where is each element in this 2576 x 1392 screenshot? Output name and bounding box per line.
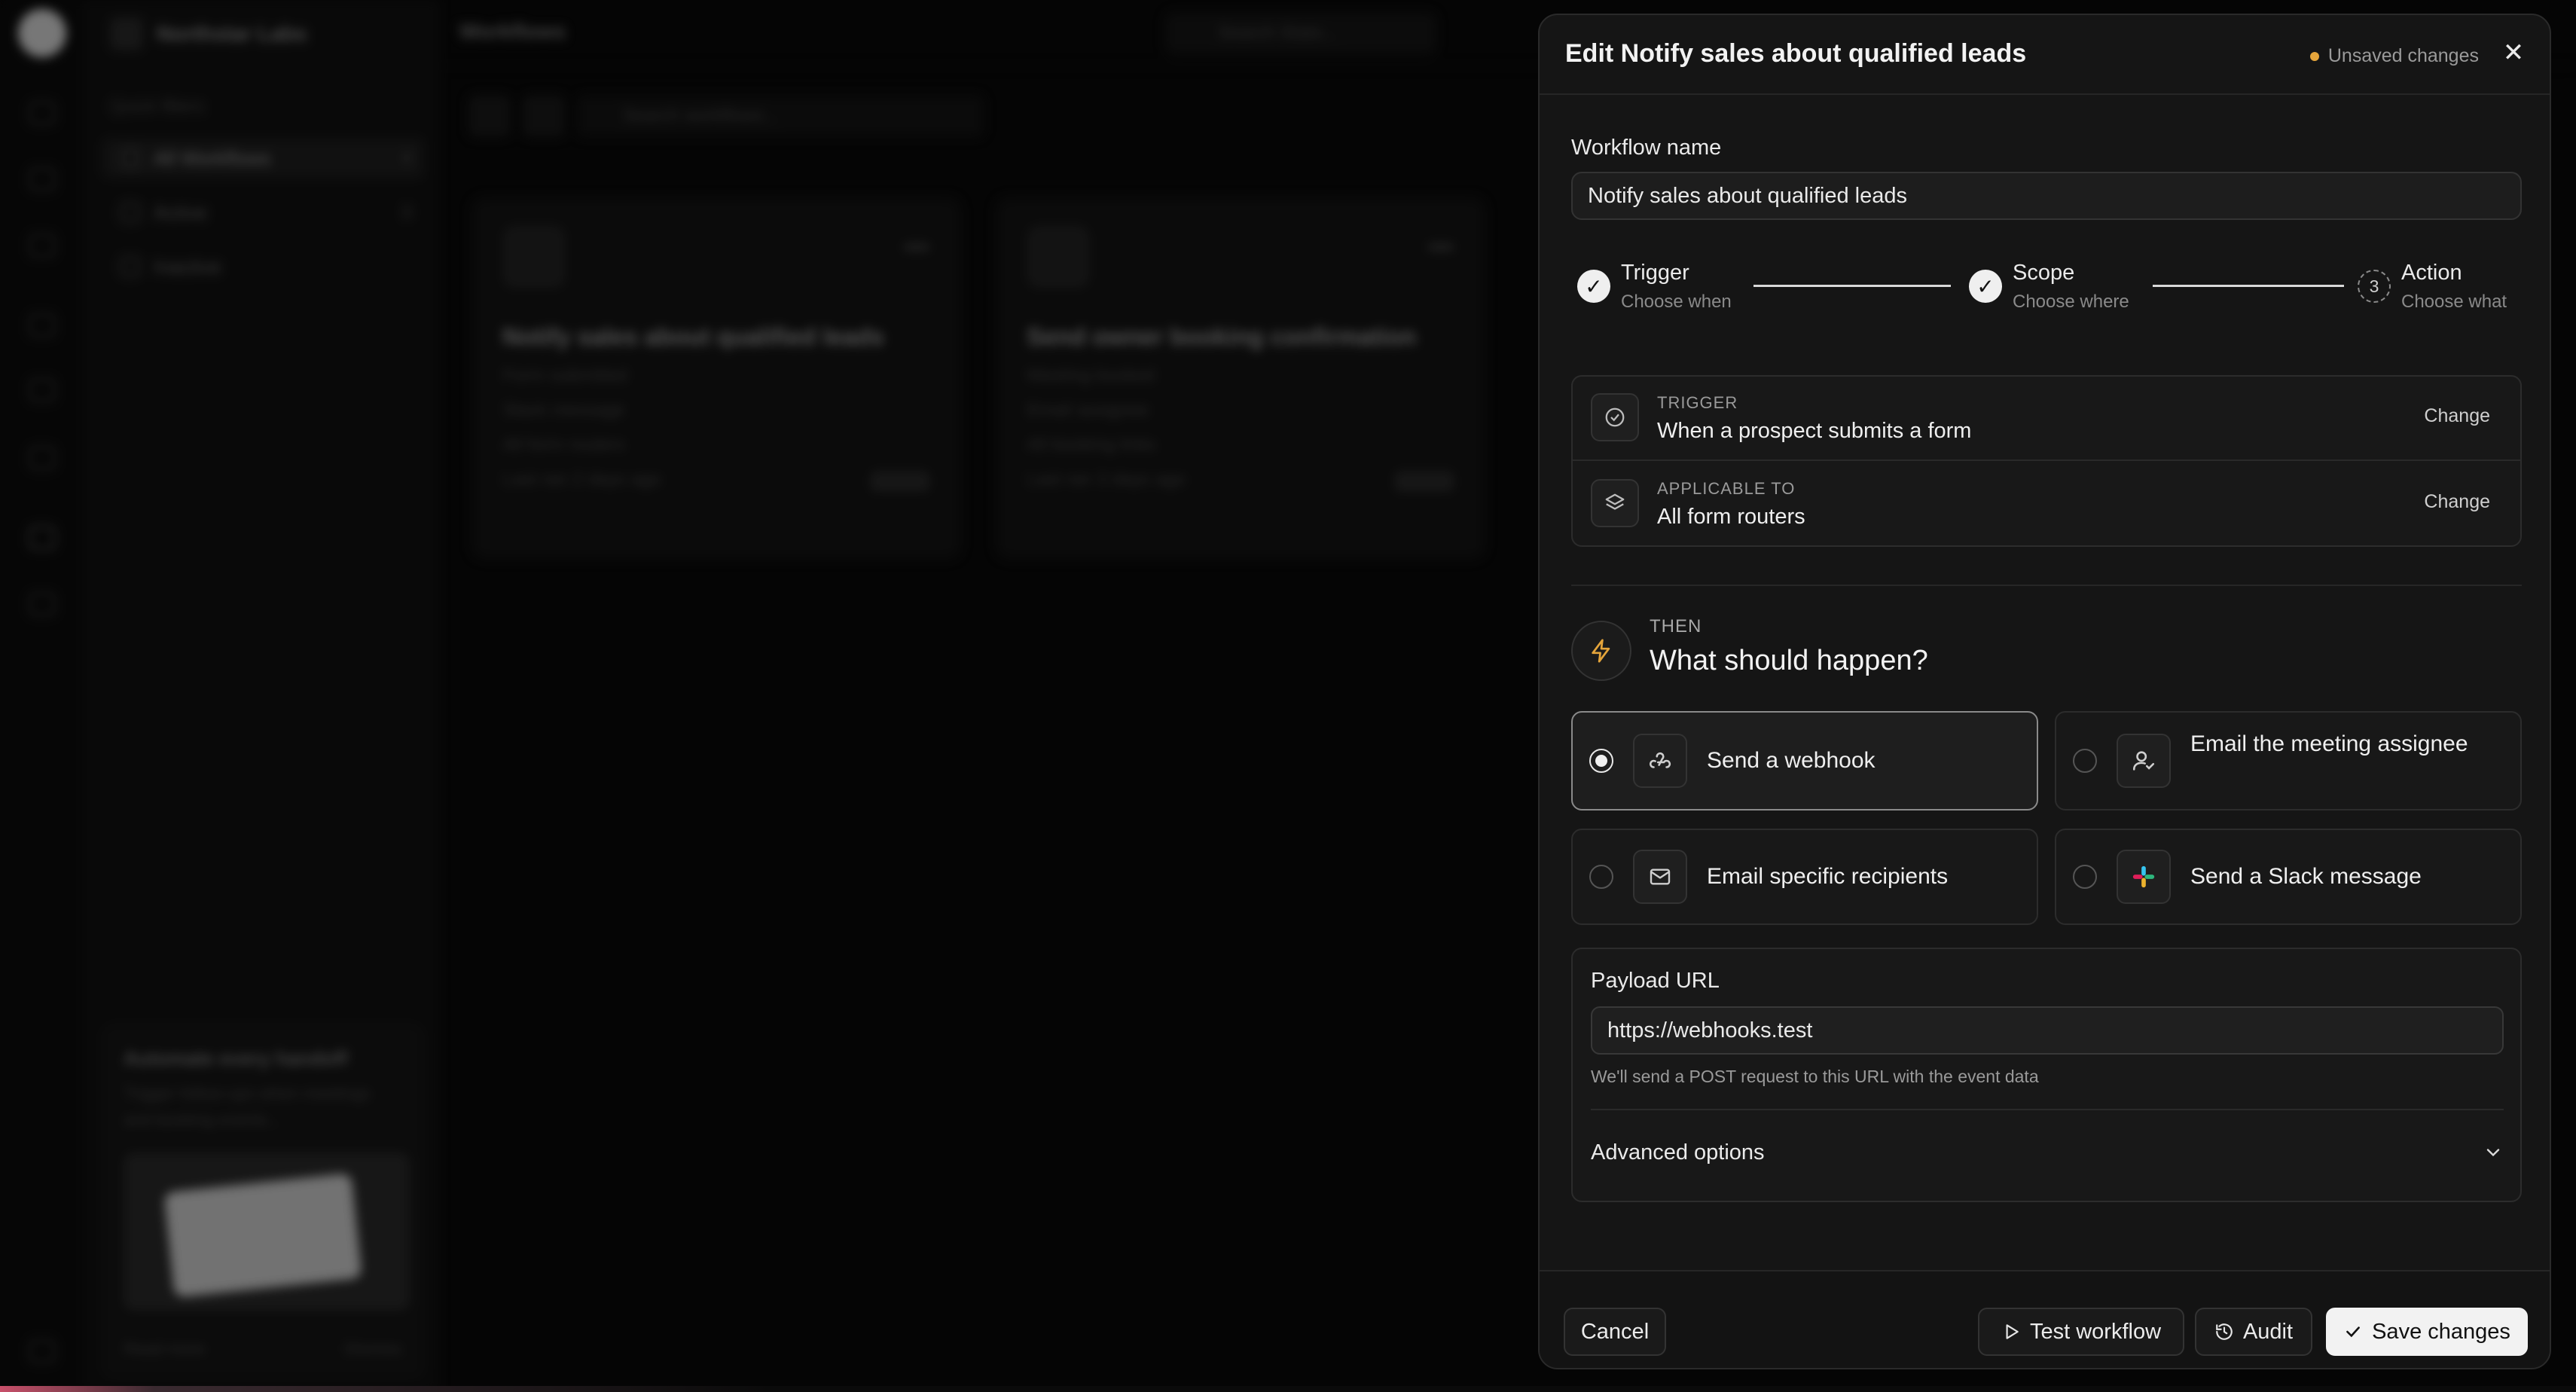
lightning-icon xyxy=(1571,621,1631,681)
option-label: Email the meeting assignee xyxy=(2190,731,2468,756)
audit-button[interactable]: Audit xyxy=(2195,1308,2312,1356)
workflow-name-input[interactable] xyxy=(1571,172,2522,220)
unsaved-indicator: Unsaved changes xyxy=(2309,45,2479,67)
option-send-slack-message[interactable]: Send a Slack message xyxy=(2055,829,2522,925)
step-subtitle: Choose what xyxy=(2401,292,2507,312)
cancel-button[interactable]: Cancel xyxy=(1564,1308,1666,1356)
layers-icon xyxy=(1591,479,1639,527)
close-icon[interactable]: ✕ xyxy=(2498,38,2529,68)
user-check-icon xyxy=(2117,734,2171,788)
save-changes-button[interactable]: Save changes xyxy=(2326,1308,2528,1356)
window-edge xyxy=(0,1386,2576,1392)
edit-workflow-panel: Edit Notify sales about qualified leads … xyxy=(1538,14,2551,1369)
summary-key: APPLICABLE TO xyxy=(1657,479,1796,498)
test-workflow-button[interactable]: Test workflow xyxy=(1978,1308,2184,1356)
step-number: 3 xyxy=(2358,270,2391,303)
slack-icon xyxy=(2117,850,2171,904)
summary-row-trigger: TRIGGER When a prospect submits a form C… xyxy=(1573,377,2520,461)
option-label: Send a webhook xyxy=(1707,748,1876,773)
panel-body: Workflow name ✓ Trigger Choose when ✓ Sc… xyxy=(1540,95,2550,1285)
payload-url-label: Payload URL xyxy=(1591,969,1720,993)
step-action[interactable]: 3 Action Choose what xyxy=(2358,261,2507,313)
step-scope[interactable]: ✓ Scope Choose where xyxy=(1969,261,2129,313)
test-workflow-label: Test workflow xyxy=(2029,1319,2162,1344)
option-label: Send a Slack message xyxy=(2190,864,2422,889)
payload-url-input[interactable] xyxy=(1591,1006,2504,1055)
check-icon: ✓ xyxy=(1969,270,2002,303)
change-scope-button[interactable]: Change xyxy=(2424,491,2490,513)
summary-value: When a prospect submits a form xyxy=(1657,419,1972,443)
webhook-config: Payload URL We'll send a POST request to… xyxy=(1571,948,2522,1202)
workflow-summary: TRIGGER When a prospect submits a form C… xyxy=(1571,375,2522,547)
advanced-options-toggle[interactable]: Advanced options xyxy=(1591,1118,2504,1186)
radio-button[interactable] xyxy=(1589,865,1613,889)
summary-row-scope: APPLICABLE TO All form routers Change xyxy=(1573,462,2520,547)
cancel-label: Cancel xyxy=(1580,1319,1650,1344)
step-trigger[interactable]: ✓ Trigger Choose when xyxy=(1577,261,1732,313)
save-changes-label: Save changes xyxy=(2372,1319,2510,1344)
unsaved-dot xyxy=(2309,51,2319,61)
advanced-options-label: Advanced options xyxy=(1591,1140,1765,1165)
option-label: Email specific recipients xyxy=(1707,864,1949,889)
option-email-specific-recipients[interactable]: Email specific recipients xyxy=(1571,829,2038,925)
payload-divider xyxy=(1591,1109,2504,1110)
summary-key: TRIGGER xyxy=(1657,393,1738,412)
mail-icon xyxy=(1633,850,1687,904)
check-icon: ✓ xyxy=(1577,270,1610,303)
radio-button[interactable] xyxy=(2073,749,2097,773)
then-label: THEN xyxy=(1650,616,1702,636)
panel-footer: Cancel Test workflow Audit Save changes xyxy=(1540,1270,2550,1368)
section-divider xyxy=(1571,585,2522,586)
option-send-webhook[interactable]: Send a webhook xyxy=(1571,711,2038,810)
option-email-meeting-assignee[interactable]: Email the meeting assignee xyxy=(2055,711,2522,810)
step-title: Trigger xyxy=(1621,261,1689,285)
panel-title: Edit Notify sales about qualified leads xyxy=(1565,39,2027,68)
radio-button[interactable] xyxy=(1589,749,1613,773)
step-connector xyxy=(2153,285,2344,287)
clock-check-icon xyxy=(1591,393,1639,441)
play-icon xyxy=(2001,1322,2021,1342)
step-title: Scope xyxy=(2013,261,2075,285)
check-icon xyxy=(2343,1322,2363,1342)
step-subtitle: Choose where xyxy=(2013,292,2129,312)
step-connector xyxy=(1753,285,1951,287)
panel-header: Edit Notify sales about qualified leads … xyxy=(1540,15,2550,95)
chevron-down-icon xyxy=(2483,1142,2504,1163)
history-icon xyxy=(2214,1322,2234,1342)
radio-button[interactable] xyxy=(2073,865,2097,889)
workflow-name-label: Workflow name xyxy=(1571,136,1722,160)
then-question: What should happen? xyxy=(1650,645,1928,676)
payload-url-help: We'll send a POST request to this URL wi… xyxy=(1591,1067,2039,1086)
webhook-icon xyxy=(1633,734,1687,788)
stepper: ✓ Trigger Choose when ✓ Scope Choose whe… xyxy=(1571,261,2522,321)
audit-label: Audit xyxy=(2242,1319,2294,1344)
change-trigger-button[interactable]: Change xyxy=(2424,405,2490,427)
step-title: Action xyxy=(2401,261,2462,285)
step-subtitle: Choose when xyxy=(1621,292,1732,312)
unsaved-label: Unsaved changes xyxy=(2327,45,2479,66)
summary-value: All form routers xyxy=(1657,505,1805,529)
